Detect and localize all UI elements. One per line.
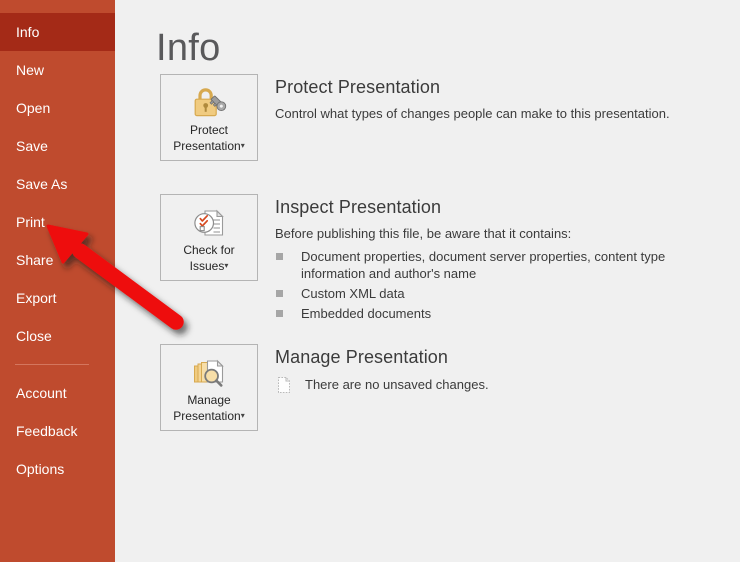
document-inspect-icon: [161, 203, 257, 243]
list-item: Custom XML data: [275, 285, 726, 302]
sidebar-item-label: Account: [16, 385, 67, 401]
sidebar-item-export[interactable]: Export: [0, 279, 115, 317]
manage-presentation-body: Manage Presentation There are no unsaved…: [275, 347, 726, 394]
sidebar-item-account[interactable]: Account: [0, 374, 115, 412]
button-label-line2: Presentation: [173, 409, 241, 423]
sidebar-item-label: New: [16, 62, 45, 78]
sidebar-top-spacer: [0, 0, 115, 13]
list-item-text: Document properties, document server pro…: [301, 249, 666, 281]
protect-presentation-button-label: Protect Presentation▾: [161, 123, 257, 154]
section-heading: Protect Presentation: [275, 77, 441, 97]
bullet-square-icon: [276, 253, 283, 260]
bullet-square-icon: [276, 310, 283, 317]
sidebar-item-info[interactable]: Info: [0, 13, 115, 51]
padlock-key-icon: [161, 83, 257, 123]
sidebar-item-new[interactable]: New: [0, 51, 115, 89]
sidebar-item-label: Close: [16, 328, 52, 344]
sidebar-item-label: Export: [16, 290, 57, 306]
backstage-sidebar: Info New Open Save Save As Print Share E…: [0, 0, 115, 562]
sidebar-item-label: Save As: [16, 176, 68, 192]
sidebar-item-feedback[interactable]: Feedback: [0, 412, 115, 450]
unsaved-changes-status: There are no unsaved changes.: [275, 376, 726, 394]
button-label-line2: Presentation: [173, 139, 241, 153]
sidebar-item-label: Share: [16, 252, 54, 268]
section-heading: Inspect Presentation: [275, 197, 442, 217]
sidebar-item-print[interactable]: Print: [0, 203, 115, 241]
sidebar-divider: [15, 364, 89, 365]
inspect-findings-list: Document properties, document server pro…: [275, 248, 726, 322]
sidebar-item-open[interactable]: Open: [0, 89, 115, 127]
bullet-square-icon: [276, 290, 283, 297]
manage-presentation-button[interactable]: Manage Presentation▾: [160, 344, 258, 431]
check-for-issues-button[interactable]: Check for Issues▾: [160, 194, 258, 281]
sidebar-item-label: Feedback: [16, 423, 78, 439]
sidebar-item-options[interactable]: Options: [0, 450, 115, 488]
manage-presentation-button-label: Manage Presentation▾: [161, 393, 257, 424]
unsaved-document-icon: [276, 376, 292, 399]
list-item: Document properties, document server pro…: [275, 248, 726, 282]
chevron-down-icon[interactable]: ▾: [241, 141, 245, 150]
inspect-presentation-body: Inspect Presentation Before publishing t…: [275, 197, 726, 325]
status-text: There are no unsaved changes.: [305, 377, 489, 392]
sidebar-item-label: Open: [16, 100, 51, 116]
chevron-down-icon[interactable]: ▾: [241, 411, 245, 420]
sidebar-item-label: Info: [16, 24, 40, 40]
button-label-line1: Check for: [183, 243, 235, 257]
button-label-line2: Issues: [189, 259, 225, 273]
chevron-down-icon[interactable]: ▾: [224, 261, 228, 270]
sidebar-item-label: Save: [16, 138, 48, 154]
sidebar-item-save[interactable]: Save: [0, 127, 115, 165]
section-description: Control what types of changes people can…: [275, 106, 670, 121]
check-for-issues-button-label: Check for Issues▾: [161, 243, 257, 274]
protect-presentation-body: Protect Presentation Control what types …: [275, 77, 726, 122]
sidebar-item-share[interactable]: Share: [0, 241, 115, 279]
section-description: Before publishing this file, be aware th…: [275, 226, 572, 241]
info-pane: Info Protect Presentation▾ Protect Prese…: [115, 0, 740, 562]
protect-presentation-button[interactable]: Protect Presentation▾: [160, 74, 258, 161]
sidebar-item-save-as[interactable]: Save As: [0, 165, 115, 203]
sidebar-item-label: Options: [16, 461, 65, 477]
button-label-line1: Manage: [187, 393, 231, 407]
section-heading: Manage Presentation: [275, 347, 449, 367]
button-label-line1: Protect: [189, 123, 228, 137]
manage-documents-icon: [161, 353, 257, 393]
page-title: Info: [156, 27, 221, 70]
list-item: Embedded documents: [275, 305, 726, 322]
sidebar-item-close[interactable]: Close: [0, 317, 115, 355]
sidebar-item-label: Print: [16, 214, 45, 230]
list-item-text: Custom XML data: [301, 286, 405, 301]
list-item-text: Embedded documents: [301, 306, 432, 321]
